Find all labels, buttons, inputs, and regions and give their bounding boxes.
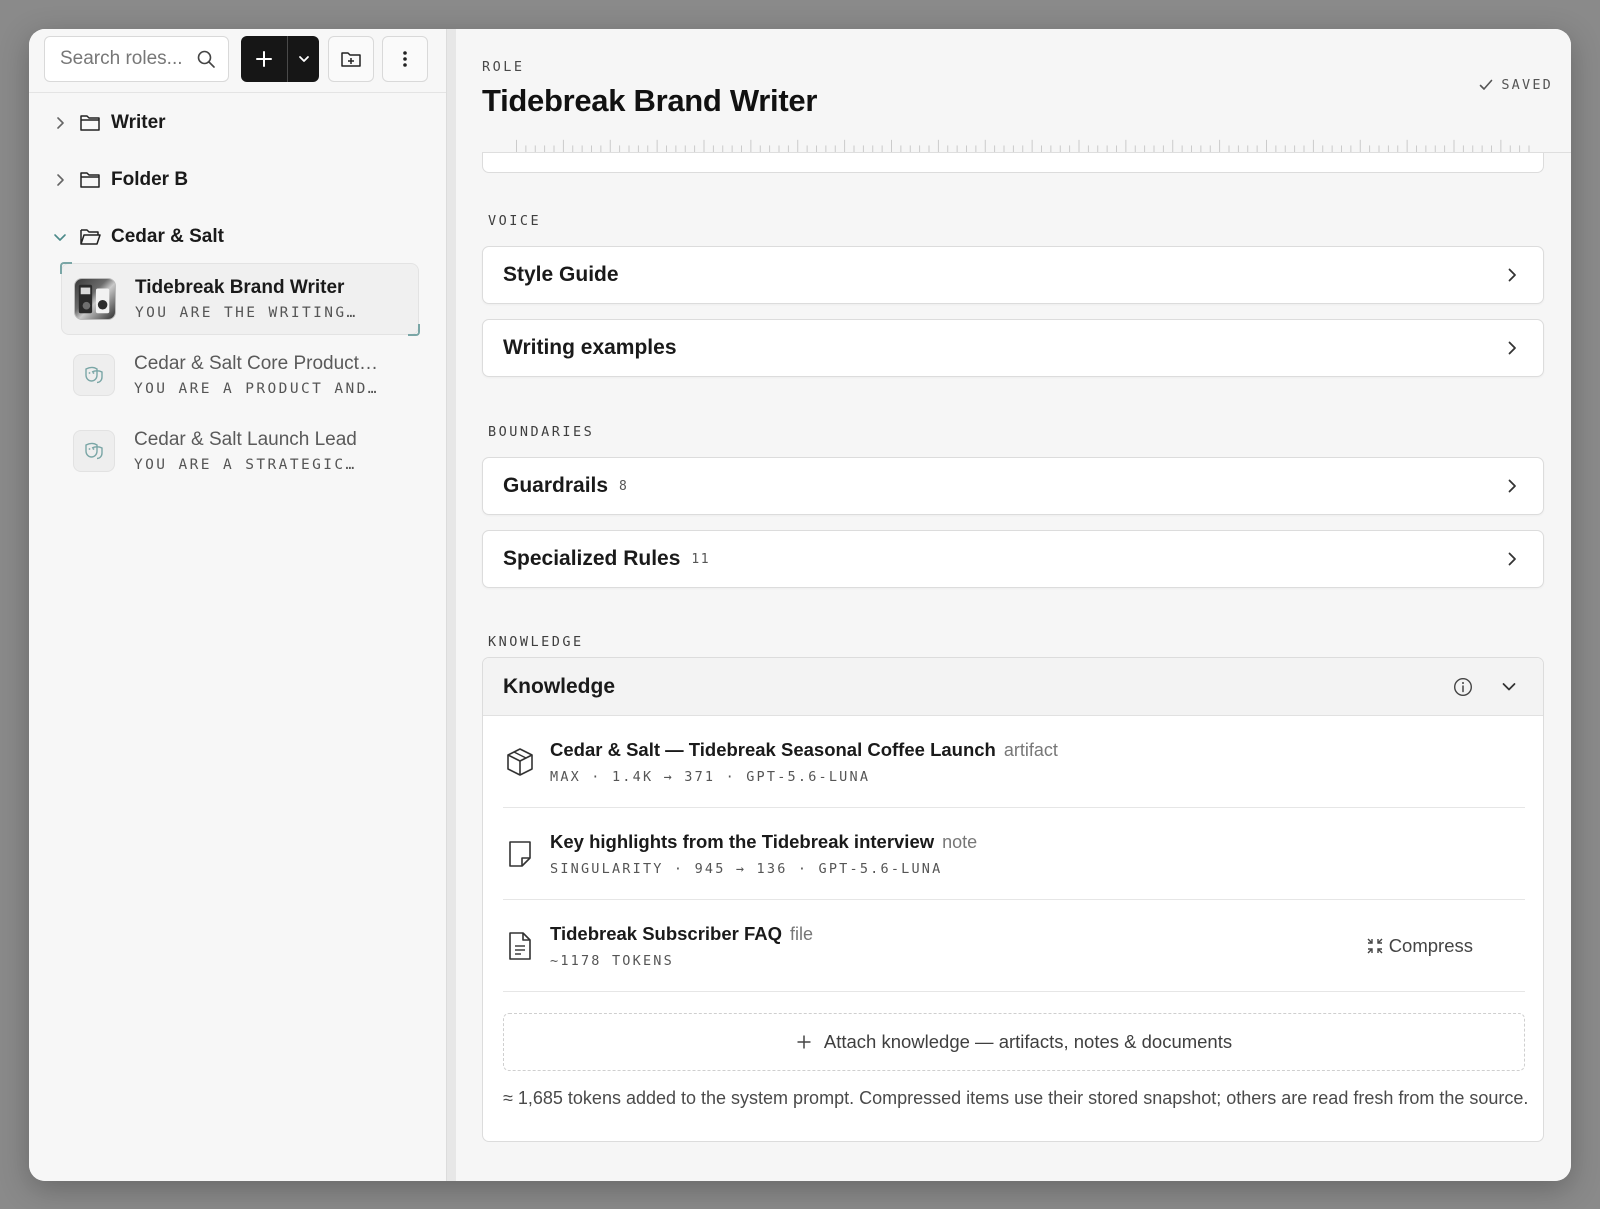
new-role-button[interactable] bbox=[241, 36, 288, 82]
folder-icon bbox=[79, 114, 101, 132]
role-description: YOU ARE A PRODUCT AND… bbox=[134, 381, 379, 397]
theater-masks-icon bbox=[73, 354, 115, 396]
row-label: Specialized Rules bbox=[503, 547, 681, 570]
knowledge-item[interactable]: Key highlights from the Tidebreak interv… bbox=[503, 808, 1525, 900]
attach-label: Attach knowledge — artifacts, notes & do… bbox=[823, 1031, 1233, 1052]
role-title: Cedar & Salt Core Product… bbox=[134, 353, 378, 374]
row-label: Style Guide bbox=[503, 263, 619, 286]
theater-masks-icon bbox=[73, 430, 115, 472]
knowledge-card: Knowledge Cedar & Salt — Tidebreak Seaso… bbox=[482, 657, 1544, 1142]
search-box[interactable] bbox=[44, 36, 229, 82]
compress-label: Compress bbox=[1388, 934, 1473, 956]
folder-label: Writer bbox=[111, 112, 166, 133]
compress-button[interactable]: Compress bbox=[1367, 935, 1473, 957]
sidebar: Writer Folder B Cedar & Salt Tidebreak bbox=[29, 29, 446, 1181]
knowledge-item-title: Tidebreak Subscriber FAQ bbox=[550, 922, 783, 944]
count-badge: 11 bbox=[691, 551, 711, 567]
chevron-right-icon[interactable] bbox=[51, 116, 69, 130]
plus-icon bbox=[256, 51, 272, 67]
folder-open-icon bbox=[79, 228, 101, 246]
ruler bbox=[482, 139, 1571, 153]
folder-label: Cedar & Salt bbox=[111, 226, 224, 247]
role-title: Cedar & Salt Launch Lead bbox=[134, 429, 357, 450]
attach-knowledge-button[interactable]: Attach knowledge — artifacts, notes & do… bbox=[503, 1013, 1525, 1071]
app-window: Writer Folder B Cedar & Salt Tidebreak bbox=[29, 29, 1571, 1181]
folder-plus-icon bbox=[341, 52, 361, 67]
sidebar-resize-handle[interactable] bbox=[446, 29, 456, 1181]
row-label: Writing examples bbox=[503, 336, 677, 359]
knowledge-item-type: artifact bbox=[1003, 739, 1058, 760]
knowledge-item-meta: ~1178 TOKENS bbox=[550, 952, 674, 969]
plus-icon bbox=[796, 1034, 812, 1050]
save-status-label: SAVED bbox=[1501, 77, 1553, 93]
chevron-right-icon[interactable] bbox=[51, 173, 69, 187]
row-label: Guardrails bbox=[503, 474, 609, 497]
role-editor: ROLE Tidebreak Brand Writer SAVED VOICE … bbox=[456, 29, 1571, 1181]
editor-header: ROLE Tidebreak Brand Writer SAVED bbox=[456, 29, 1571, 153]
knowledge-item-type: note bbox=[942, 831, 978, 852]
check-icon bbox=[1479, 79, 1493, 91]
search-input[interactable] bbox=[60, 48, 195, 70]
specialized-rules-row[interactable]: Specialized Rules 11 bbox=[482, 530, 1544, 588]
cube-icon bbox=[504, 747, 536, 777]
role-description: YOU ARE THE WRITING… bbox=[135, 305, 358, 321]
info-icon[interactable] bbox=[1453, 677, 1473, 697]
kebab-menu-icon bbox=[403, 51, 407, 67]
chevron-right-icon bbox=[1507, 267, 1517, 283]
knowledge-item-meta: MAX · 1.4K → 371 · GPT-5.6-LUNA bbox=[550, 768, 871, 785]
folder-cedar-salt[interactable]: Cedar & Salt bbox=[51, 217, 224, 257]
search-icon[interactable] bbox=[196, 49, 216, 69]
role-description: YOU ARE A STRATEGIC… bbox=[134, 457, 357, 473]
document-icon bbox=[504, 931, 536, 961]
eyebrow-label: ROLE bbox=[482, 59, 525, 75]
chevron-right-icon bbox=[1507, 478, 1517, 494]
chevron-down-icon bbox=[298, 56, 309, 62]
count-badge: 8 bbox=[619, 478, 629, 494]
page-title[interactable]: Tidebreak Brand Writer bbox=[482, 83, 817, 119]
save-status: SAVED bbox=[1479, 77, 1553, 93]
collapsed-card bbox=[482, 153, 1544, 173]
knowledge-item[interactable]: Tidebreak Subscriber FAQ file ~1178 TOKEN… bbox=[503, 900, 1525, 992]
folder-icon bbox=[79, 171, 101, 189]
folder-folder-b[interactable]: Folder B bbox=[51, 160, 188, 200]
section-label-voice: VOICE bbox=[488, 213, 542, 229]
role-title: Tidebreak Brand Writer bbox=[135, 277, 345, 298]
knowledge-item-meta: SINGULARITY · 945 → 136 · GPT-5.6-LUNA bbox=[550, 860, 943, 877]
section-label-boundaries: BOUNDARIES bbox=[488, 424, 595, 440]
token-summary: ≈ 1,685 tokens added to the system promp… bbox=[503, 1088, 1529, 1108]
role-item-cedar-salt-launch-lead[interactable]: Cedar & Salt Launch Lead YOU ARE A STRAT… bbox=[61, 415, 419, 487]
new-folder-button[interactable] bbox=[328, 36, 374, 82]
chevron-down-icon[interactable] bbox=[51, 232, 69, 242]
selection-corner bbox=[60, 262, 72, 274]
knowledge-item[interactable]: Cedar & Salt — Tidebreak Seasonal Coffee… bbox=[503, 716, 1525, 808]
knowledge-header[interactable]: Knowledge bbox=[483, 658, 1543, 716]
style-guide-row[interactable]: Style Guide bbox=[482, 246, 1544, 304]
knowledge-item-title: Cedar & Salt — Tidebreak Seasonal Coffee… bbox=[550, 738, 996, 760]
new-role-menu-button[interactable] bbox=[288, 36, 319, 82]
guardrails-row[interactable]: Guardrails 8 bbox=[482, 457, 1544, 515]
chevron-right-icon bbox=[1507, 340, 1517, 356]
avatar bbox=[74, 278, 116, 320]
selection-corner bbox=[408, 324, 420, 336]
chevron-down-icon[interactable] bbox=[1501, 682, 1517, 692]
sidebar-toolbar bbox=[29, 29, 446, 93]
role-item-tidebreak-brand-writer[interactable]: Tidebreak Brand Writer YOU ARE THE WRITI… bbox=[60, 262, 420, 336]
chevron-right-icon bbox=[1507, 551, 1517, 567]
folder-writer[interactable]: Writer bbox=[51, 103, 166, 143]
role-item-cedar-salt-core-product[interactable]: Cedar & Salt Core Product… YOU ARE A PRO… bbox=[61, 339, 419, 411]
compress-icon bbox=[1367, 938, 1383, 954]
knowledge-title: Knowledge bbox=[503, 674, 616, 698]
folder-label: Folder B bbox=[111, 169, 189, 190]
writing-examples-row[interactable]: Writing examples bbox=[482, 319, 1544, 377]
note-icon bbox=[504, 840, 536, 868]
more-options-button[interactable] bbox=[382, 36, 428, 82]
new-role-split-button bbox=[241, 36, 319, 82]
knowledge-item-type: file bbox=[790, 923, 814, 944]
section-label-knowledge: KNOWLEDGE bbox=[488, 634, 584, 650]
knowledge-item-title: Key highlights from the Tidebreak interv… bbox=[550, 830, 935, 852]
